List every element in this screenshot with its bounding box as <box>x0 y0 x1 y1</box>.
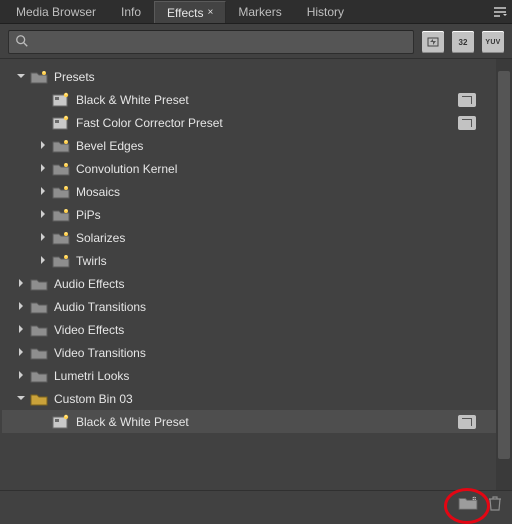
folder-lumetri-looks[interactable]: Lumetri Looks <box>2 364 510 387</box>
folder-icon <box>30 69 48 85</box>
folder-convolution-kernel[interactable]: Convolution Kernel <box>2 157 510 180</box>
item-label: Audio Effects <box>54 277 125 291</box>
scrollbar[interactable] <box>496 59 512 490</box>
tab-markers[interactable]: Markers <box>226 1 294 22</box>
chevron-right-icon[interactable] <box>38 209 50 221</box>
item-label: Black & White Preset <box>76 415 189 429</box>
chevron-right-icon[interactable] <box>38 140 50 152</box>
folder-custom-bin-03[interactable]: Custom Bin 03 <box>2 387 510 410</box>
folder-audio-transitions[interactable]: Audio Transitions <box>2 295 510 318</box>
new-custom-bin-button[interactable] <box>458 495 478 514</box>
chevron-right-icon[interactable] <box>38 186 50 198</box>
item-label: Presets <box>54 70 95 84</box>
folder-icon <box>52 138 70 154</box>
chevron-right-icon[interactable] <box>38 232 50 244</box>
tab-media-browser[interactable]: Media Browser <box>4 1 109 22</box>
preset-icon <box>52 115 70 131</box>
folder-twirls[interactable]: Twirls <box>2 249 510 272</box>
chevron-down-icon[interactable] <box>16 71 28 83</box>
tab-info[interactable]: Info <box>109 1 154 22</box>
chevron-right-icon[interactable] <box>16 301 28 313</box>
twisty-spacer <box>38 117 50 129</box>
folder-icon <box>52 230 70 246</box>
folder-icon <box>30 322 48 338</box>
panel-menu-button[interactable] <box>488 2 512 22</box>
folder-icon <box>30 299 48 315</box>
tab-effects[interactable]: Effects × <box>154 1 226 23</box>
chevron-right-icon[interactable] <box>16 278 28 290</box>
folder-pips[interactable]: PiPs <box>2 203 510 226</box>
fx-32bit-icon[interactable]: 32 <box>452 31 474 53</box>
item-label: Audio Transitions <box>54 300 146 314</box>
twisty-spacer <box>38 416 50 428</box>
item-label: Fast Color Corrector Preset <box>76 116 223 130</box>
tab-history[interactable]: History <box>295 1 357 22</box>
chevron-right-icon[interactable] <box>16 370 28 382</box>
preset-black-white-preset[interactable]: Black & White Preset <box>2 410 510 433</box>
fx-accelerated-icon <box>458 116 476 130</box>
folder-icon <box>30 368 48 384</box>
filter-icons: 32 YUV <box>422 31 504 53</box>
panel-footer <box>0 490 512 518</box>
folder-icon <box>52 161 70 177</box>
folder-icon <box>52 184 70 200</box>
item-label: Black & White Preset <box>76 93 189 107</box>
item-label: Video Transitions <box>54 346 146 360</box>
folder-video-transitions[interactable]: Video Transitions <box>2 341 510 364</box>
preset-black-white-preset[interactable]: Black & White Preset <box>2 88 510 111</box>
folder-icon <box>30 391 48 407</box>
twisty-spacer <box>38 94 50 106</box>
item-label: Video Effects <box>54 323 124 337</box>
folder-icon <box>30 345 48 361</box>
delete-button[interactable] <box>488 495 502 514</box>
search-box[interactable] <box>8 30 414 54</box>
chevron-right-icon[interactable] <box>38 255 50 267</box>
effects-tree-container: Presets Black & White Preset Fast Color Co… <box>0 59 512 490</box>
item-label: Twirls <box>76 254 107 268</box>
folder-presets[interactable]: Presets <box>2 65 510 88</box>
folder-icon <box>30 276 48 292</box>
folder-solarizes[interactable]: Solarizes <box>2 226 510 249</box>
folder-audio-effects[interactable]: Audio Effects <box>2 272 510 295</box>
item-label: Convolution Kernel <box>76 162 177 176</box>
search-icon <box>15 34 29 51</box>
item-label: Mosaics <box>76 185 120 199</box>
chevron-down-icon[interactable] <box>16 393 28 405</box>
chevron-right-icon[interactable] <box>16 324 28 336</box>
folder-icon <box>52 253 70 269</box>
item-label: Lumetri Looks <box>54 369 129 383</box>
fx-accelerated-icon <box>458 415 476 429</box>
folder-mosaics[interactable]: Mosaics <box>2 180 510 203</box>
chevron-right-icon[interactable] <box>16 347 28 359</box>
item-label: PiPs <box>76 208 101 222</box>
folder-video-effects[interactable]: Video Effects <box>2 318 510 341</box>
fx-accelerated-icon[interactable] <box>422 31 444 53</box>
effects-tree[interactable]: Presets Black & White Preset Fast Color Co… <box>0 59 512 463</box>
search-input[interactable] <box>33 35 407 49</box>
search-row: 32 YUV <box>0 24 512 59</box>
panel-tabs: Media Browser Info Effects × Markers His… <box>0 0 512 24</box>
folder-icon <box>52 207 70 223</box>
item-label: Bevel Edges <box>76 139 143 153</box>
item-label: Solarizes <box>76 231 125 245</box>
preset-icon <box>52 414 70 430</box>
fx-yuv-icon[interactable]: YUV <box>482 31 504 53</box>
item-label: Custom Bin 03 <box>54 392 133 406</box>
preset-fast-color-corrector-preset[interactable]: Fast Color Corrector Preset <box>2 111 510 134</box>
chevron-right-icon[interactable] <box>38 163 50 175</box>
fx-accelerated-icon <box>458 93 476 107</box>
folder-bevel-edges[interactable]: Bevel Edges <box>2 134 510 157</box>
scrollbar-thumb[interactable] <box>498 71 510 459</box>
preset-icon <box>52 92 70 108</box>
close-icon[interactable]: × <box>208 7 214 18</box>
